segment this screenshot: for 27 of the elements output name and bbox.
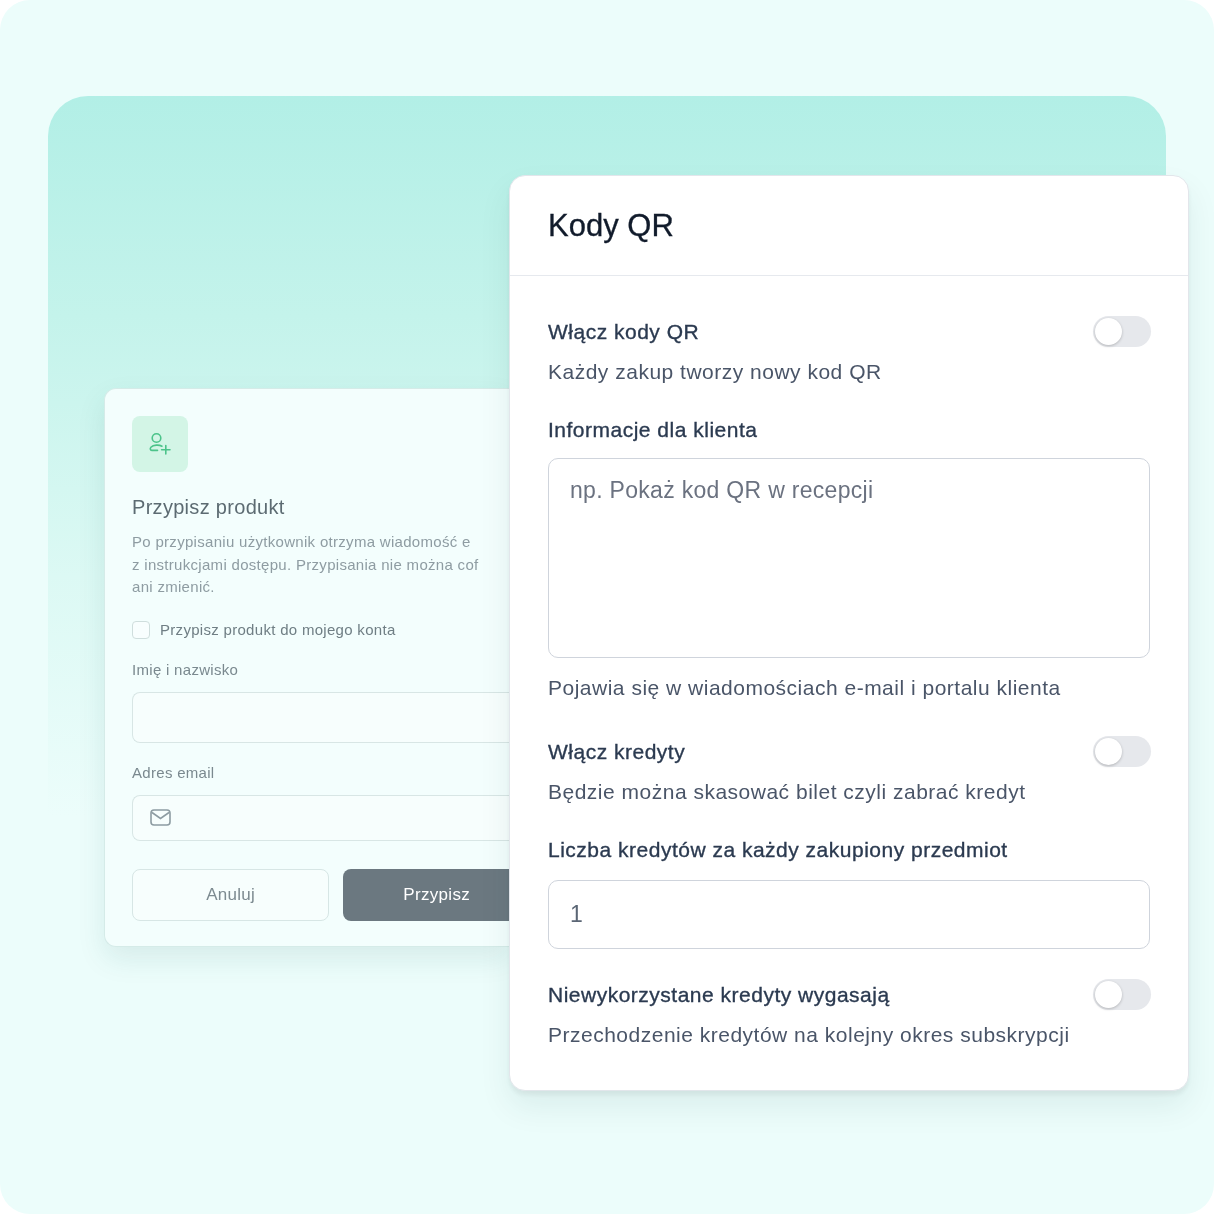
- submit-button[interactable]: Przypisz: [343, 868, 509, 921]
- setting-label: Włącz kody QR: [548, 318, 700, 345]
- field-label: Imię i nazwisko: [132, 659, 240, 680]
- email-field[interactable]: [132, 794, 510, 841]
- card-title: Kody QR: [548, 207, 674, 244]
- field-label: Adres email: [132, 762, 216, 783]
- setting-label: Niewykorzystane kredyty wygasają: [548, 981, 890, 1008]
- checkbox[interactable]: [132, 620, 150, 639]
- add-user-icon: [132, 416, 188, 472]
- text-input[interactable]: [132, 691, 510, 743]
- toggle-switch[interactable]: [1093, 979, 1151, 1010]
- toggle-switch[interactable]: [1093, 316, 1151, 347]
- cancel-button[interactable]: Anuluj: [132, 868, 330, 921]
- setting-description: Będzie można skasować bilet czyli zabrać kredyt: [548, 779, 1027, 805]
- setting-description: Przechodzenie kredytów na kolejny okres subskrypcji: [548, 1022, 1071, 1048]
- message-textarea[interactable]: np. Pokaż kod QR w recepcji: [548, 458, 1150, 658]
- setting-label: Informacje dla klienta: [548, 418, 758, 441]
- checkbox-label: Przypisz produkt do mojego konta: [160, 621, 396, 638]
- help-text: Pojawia się w wiadomościach e-mail i portalu klienta: [548, 675, 1062, 701]
- setting-description: Każdy zakup tworzy nowy kod QR: [548, 359, 883, 385]
- toggle-switch[interactable]: [1093, 736, 1151, 767]
- setting-label: Liczba kredytów za każdy zakupiony przedmiot: [548, 838, 1008, 861]
- number-input[interactable]: 1: [548, 880, 1150, 949]
- dialog-title: Przypisz produkt: [132, 495, 286, 520]
- mail-icon: [150, 809, 171, 826]
- setting-label: Włącz kredyty: [548, 738, 686, 765]
- dialog-description: Po przypisaniu użytkownik otrzyma wiadomość e z instrukcjami dostępu. Przypisania nie można cof ani zmienić.: [132, 532, 480, 597]
